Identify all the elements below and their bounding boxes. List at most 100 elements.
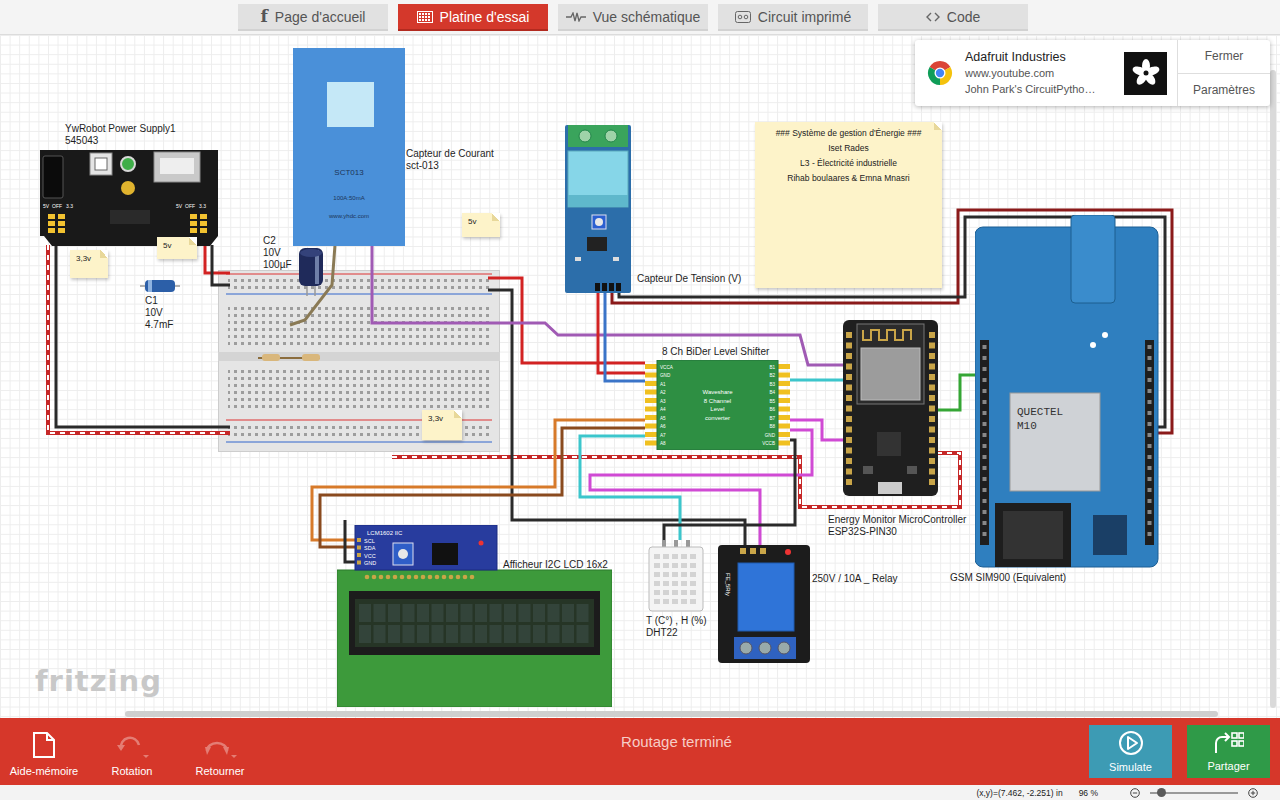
view-tab[interactable]: fPage d'accueil — [238, 4, 388, 31]
part-label: Afficheur I2C LCD 16x2 — [503, 559, 608, 571]
label-line: 10V — [263, 247, 292, 259]
zoom-out-icon[interactable] — [1130, 788, 1140, 798]
view-tab[interactable]: Platine d'essai — [398, 4, 548, 31]
simulate-button[interactable]: Simulate — [1089, 725, 1172, 778]
pin-label: SDA — [364, 545, 376, 551]
label-line: 250V / 10A _ Relay — [812, 573, 898, 585]
wire[interactable] — [56, 245, 230, 427]
code-icon — [926, 11, 940, 23]
part-label: T (C°) , H (%)DHT22 — [646, 615, 706, 639]
part-label: Energy Monitor MicroControllerESP32S-PIN… — [828, 514, 966, 538]
notification-body: John Park's CircuitPytho… — [965, 82, 1114, 97]
capacitor[interactable] — [140, 278, 180, 294]
adafruit-logo-icon — [1131, 58, 1161, 88]
part[interactable]: FE_5Rly — [718, 545, 810, 663]
notification-buttons: FermerParamètres — [1177, 40, 1270, 106]
tool-icon-wrap — [32, 731, 56, 759]
pin-label: VCCA — [660, 365, 674, 370]
note-line: 5v — [163, 241, 189, 251]
notification-button[interactable]: Fermer — [1178, 40, 1270, 73]
current-sensor[interactable]: SCT013100A:50mAwww.yhdc.com — [293, 48, 405, 246]
part[interactable]: LCM1602 IICSCLSDAVCCGND — [337, 525, 612, 707]
board-text: 8 Channel — [704, 398, 731, 404]
relay-module[interactable]: FE_5Rly — [718, 545, 810, 663]
part[interactable]: 5VOFF3.35VOFF3.3 — [40, 150, 220, 248]
part[interactable]: QUECTELM10 — [975, 215, 1160, 570]
part[interactable]: SCT013100A:50mAwww.yhdc.com — [293, 48, 405, 246]
part-label: C110V4.7mF — [145, 295, 173, 331]
part-label: C210V100µF — [263, 235, 292, 271]
part-label: GSM SIM900 (Equivalent) — [950, 572, 1066, 584]
tool-button[interactable]: Rotation — [88, 727, 176, 777]
wire[interactable] — [290, 245, 335, 325]
wire[interactable] — [790, 379, 845, 382]
label-line: YwRobot Power Supply1 — [65, 123, 176, 135]
notification-text: Adafruit Industrieswww.youtube.comJohn P… — [965, 40, 1114, 106]
module-text: LCM1602 IIC — [367, 530, 403, 536]
part[interactable] — [140, 278, 180, 294]
part[interactable]: VCCAGNDA1A2A3A4A5A6A7A8B1B2B3B4B5B6B7B8G… — [645, 360, 790, 450]
model-text: FE_5Rly — [725, 573, 731, 596]
pin-label: A7 — [660, 433, 666, 438]
zoom-slider[interactable] — [1150, 792, 1238, 794]
level-shifter[interactable]: VCCAGNDA1A2A3A4A5A6A7A8B1B2B3B4B5B6B7B8G… — [645, 360, 790, 450]
view-tab[interactable]: Code — [878, 4, 1028, 31]
part[interactable] — [565, 125, 631, 293]
power-supply-board[interactable]: 5VOFF3.35VOFF3.3 — [40, 150, 220, 248]
pin-label: B1 — [769, 365, 775, 370]
note-line: 3,3v — [76, 254, 100, 264]
wire[interactable] — [488, 290, 745, 545]
tool-label: Retourner — [196, 765, 245, 777]
breadboard-canvas[interactable]: 5VOFF3.35VOFF3.3YwRobot Power Supply1545… — [0, 35, 1280, 718]
note[interactable]: ### Système de gestion d'Énergie ###Iset… — [755, 122, 942, 288]
wire[interactable] — [664, 440, 795, 540]
lcd-display[interactable]: LCM1602 IICSCLSDAVCCGND — [337, 525, 612, 707]
wire[interactable] — [212, 245, 230, 285]
view-tab[interactable]: Circuit imprimé — [718, 4, 868, 31]
label-line: Energy Monitor MicroController — [828, 514, 966, 526]
pin-label: OFF — [185, 203, 195, 209]
label-line: C1 — [145, 295, 173, 307]
status-bar: (x,y)=(7.462, -2.251) in96 % — [0, 785, 1280, 800]
zoom-in-icon[interactable] — [1248, 788, 1258, 798]
part[interactable] — [648, 540, 704, 612]
zoom-thumb[interactable] — [1157, 788, 1166, 797]
esp32-board[interactable] — [843, 320, 938, 496]
note[interactable]: 5v — [462, 213, 500, 237]
pin-label: A4 — [660, 407, 666, 412]
note[interactable]: 5v — [157, 237, 197, 259]
part[interactable] — [843, 320, 938, 496]
breadboard-icon — [417, 11, 433, 23]
horizontal-scrollbar[interactable] — [125, 711, 1218, 717]
note[interactable]: 3,3v — [422, 410, 462, 440]
gsm-shield[interactable]: QUECTELM10 — [975, 215, 1160, 570]
label-line: 10V — [145, 307, 173, 319]
note-line: 3,3v — [428, 414, 454, 424]
note-line: Iset Rades — [761, 141, 936, 156]
wire[interactable] — [48, 245, 230, 433]
pin-label: 5V — [176, 203, 183, 209]
capacitor[interactable] — [298, 248, 324, 296]
part[interactable] — [298, 248, 324, 296]
share-button[interactable]: Partager — [1187, 725, 1270, 778]
wire[interactable] — [312, 420, 645, 540]
label-line: ESP32S-PIN30 — [828, 526, 966, 538]
pin-label: 3.3 — [66, 203, 73, 209]
vertical-scrollbar[interactable] — [1270, 70, 1276, 708]
pin-label: OFF — [52, 203, 62, 209]
zoom-percent: 96 % — [1079, 788, 1098, 798]
pin-label: B6 — [769, 407, 775, 412]
view-tab[interactable]: Vue schématique — [558, 4, 708, 31]
wire[interactable] — [205, 245, 230, 273]
wire[interactable] — [605, 292, 645, 381]
wire[interactable] — [790, 420, 845, 440]
tool-button[interactable]: Aide-mémoire — [0, 727, 88, 777]
rotate-icon — [115, 731, 149, 759]
fritzing-watermark: fritzing — [35, 664, 162, 698]
notification-button[interactable]: Paramètres — [1178, 73, 1270, 107]
notification-title: Adafruit Industries — [965, 49, 1114, 65]
note[interactable]: 3,3v — [70, 250, 108, 278]
voltage-sensor[interactable] — [565, 125, 631, 293]
tool-button[interactable]: Retourner — [176, 727, 264, 777]
dht22-sensor[interactable] — [648, 540, 704, 612]
